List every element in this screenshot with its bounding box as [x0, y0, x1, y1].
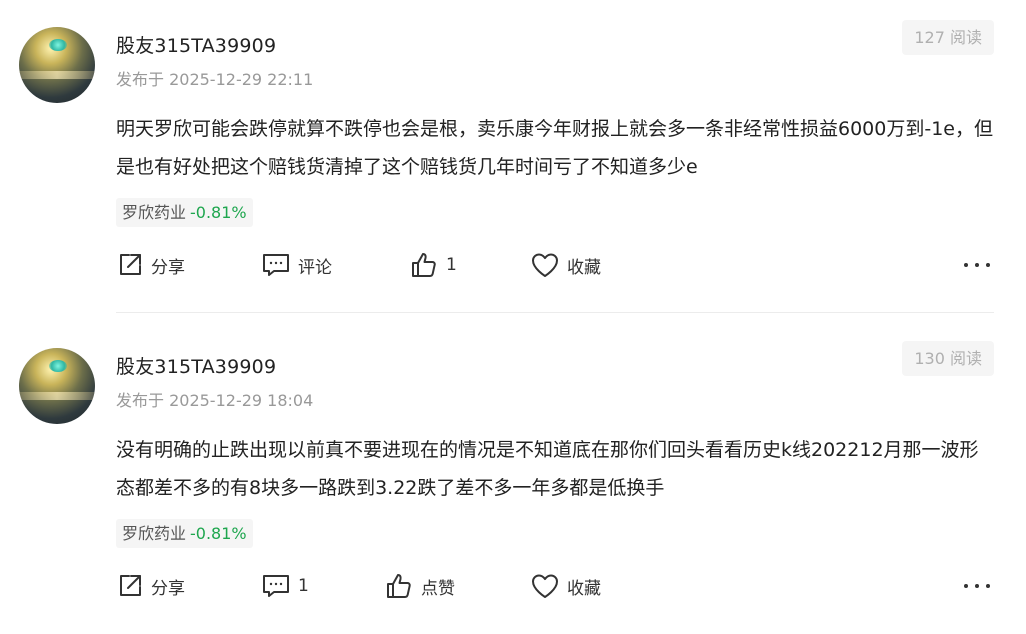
- post-time: 发布于 2025-12-29 18:04: [116, 391, 314, 410]
- action-bar: 分享 评论 1 收藏: [0, 247, 1026, 283]
- more-icon[interactable]: [964, 576, 990, 596]
- favorite-button[interactable]: 收藏: [531, 568, 601, 604]
- heart-icon: [532, 253, 558, 277]
- avatar[interactable]: [19, 348, 95, 424]
- post-divider: [116, 312, 994, 313]
- avatar[interactable]: [19, 27, 95, 103]
- comment-icon: [263, 254, 289, 276]
- stock-name: 罗欣药业: [122, 203, 187, 222]
- thumbs-up-icon: [387, 574, 411, 598]
- author-name[interactable]: 股友315TA39909: [116, 352, 276, 379]
- share-icon: [120, 575, 141, 596]
- more-icon[interactable]: [964, 255, 990, 275]
- share-label: 分享: [151, 257, 185, 278]
- share-label: 分享: [151, 578, 185, 599]
- read-count-badge: 130 阅读: [902, 341, 994, 376]
- post-content[interactable]: 没有明确的止跌出现以前真不要进现在的情况是不知道底在那你们回头看看历史k线202…: [116, 431, 996, 507]
- like-button[interactable]: 1: [410, 247, 457, 283]
- favorite-label: 收藏: [567, 578, 601, 599]
- author-name[interactable]: 股友315TA39909: [116, 31, 276, 58]
- like-count: 1: [446, 255, 457, 275]
- comment-count: 1: [298, 576, 309, 596]
- read-count-badge: 127 阅读: [902, 20, 994, 55]
- stock-tag[interactable]: 罗欣药业 -0.81%: [116, 198, 253, 227]
- action-bar: 分享 1 点赞 收藏: [0, 568, 1026, 604]
- stock-name: 罗欣药业: [122, 524, 187, 543]
- like-label: 点赞: [421, 578, 455, 599]
- comment-label: 评论: [298, 257, 332, 278]
- like-button[interactable]: 点赞: [385, 568, 455, 604]
- share-icon: [120, 254, 141, 275]
- stock-change: -0.81%: [190, 203, 247, 222]
- stock-tag[interactable]: 罗欣药业 -0.81%: [116, 519, 253, 548]
- post-card: 股友315TA39909 发布于 2025-12-29 18:04 130 阅读…: [0, 321, 1026, 633]
- comment-feed: 股友315TA39909 发布于 2025-12-29 22:11 127 阅读…: [0, 0, 1026, 634]
- share-button[interactable]: 分享: [117, 247, 185, 283]
- post-card: 股友315TA39909 发布于 2025-12-29 22:11 127 阅读…: [0, 0, 1026, 313]
- heart-icon: [532, 574, 558, 598]
- share-button[interactable]: 分享: [117, 568, 185, 604]
- stock-change: -0.81%: [190, 524, 247, 543]
- comment-button[interactable]: 评论: [262, 247, 332, 283]
- comment-icon: [263, 575, 289, 597]
- post-content[interactable]: 明天罗欣可能会跌停就算不跌停也会是根，卖乐康今年财报上就会多一条非经常性损益60…: [116, 110, 996, 186]
- favorite-label: 收藏: [567, 257, 601, 278]
- comment-button[interactable]: 1: [262, 568, 309, 604]
- favorite-button[interactable]: 收藏: [531, 247, 601, 283]
- post-time: 发布于 2025-12-29 22:11: [116, 70, 314, 89]
- thumbs-up-icon: [412, 253, 436, 277]
